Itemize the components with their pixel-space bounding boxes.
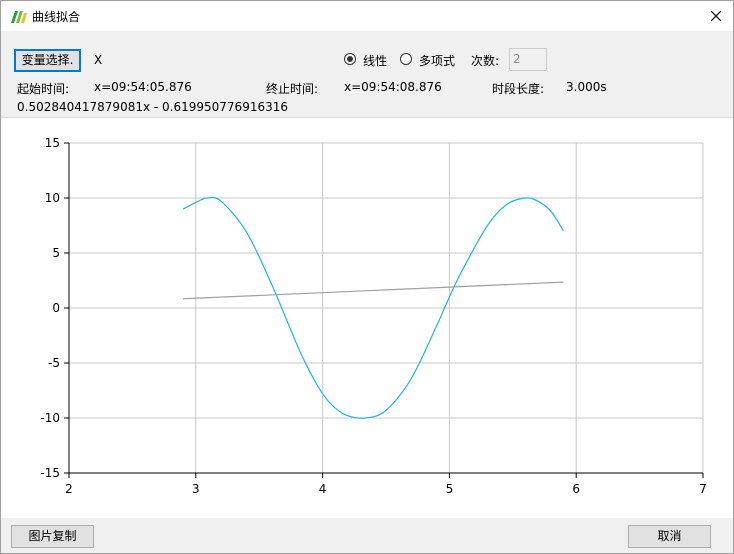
- y-tick-label: 15: [45, 136, 60, 150]
- x-tick-label: 7: [699, 482, 707, 496]
- options-panel: 变量选择. X 线性 多项式 次数: 2 起始时间: x=09:54:05.87…: [1, 31, 733, 118]
- duration-label: 时段长度:: [492, 82, 545, 96]
- window-title: 曲线拟合: [32, 10, 81, 24]
- copy-image-button[interactable]: 图片复制: [11, 525, 94, 548]
- fit-line: [183, 281, 564, 300]
- variable-select-button[interactable]: 变量选择.: [14, 49, 81, 72]
- variable-value: X: [94, 53, 103, 67]
- cancel-button[interactable]: 取消: [628, 525, 711, 548]
- end-time-value: x=09:54:08.876: [344, 80, 442, 94]
- y-tick-label: 5: [52, 246, 60, 260]
- close-icon: [710, 10, 722, 22]
- y-tick-label: -15: [40, 466, 60, 480]
- radio-linear[interactable]: [344, 53, 356, 65]
- x-tick-label: 2: [65, 482, 73, 496]
- footer-bar: 图片复制 取消: [1, 518, 733, 553]
- app-logo-icon: [11, 11, 27, 23]
- chart-area: 2 3 4 5 6 7 15 10 5 0 -5 -10 -15: [40, 136, 707, 496]
- close-button[interactable]: [699, 1, 733, 31]
- y-tick-label: -5: [48, 356, 60, 370]
- start-time-value: x=09:54:05.876: [94, 80, 192, 94]
- y-tick-label: 0: [52, 301, 60, 315]
- title-bar: 曲线拟合: [1, 1, 733, 31]
- x-tick-label: 3: [192, 482, 200, 496]
- radio-linear-dot: [347, 56, 353, 62]
- degree-label: 次数:: [471, 54, 500, 68]
- x-tick-label: 4: [319, 482, 327, 496]
- end-time-label: 终止时间:: [266, 82, 319, 96]
- duration-value: 3.000s: [566, 80, 607, 94]
- x-tick-label: 6: [572, 482, 580, 496]
- y-tick-label: 10: [45, 191, 60, 205]
- radio-polynomial[interactable]: [400, 53, 412, 65]
- x-tick-label: 5: [446, 482, 454, 496]
- radio-linear-label[interactable]: 线性: [363, 52, 387, 69]
- curve-fit-window: 曲线拟合 变量选择. X 线性 多项式 次数: 2 起始时间: x=09:54:…: [0, 0, 734, 554]
- fit-equation: 0.502840417879081x - 0.619950776916316: [17, 100, 289, 114]
- degree-input[interactable]: 2: [509, 48, 547, 71]
- start-time-label: 起始时间:: [17, 82, 70, 96]
- radio-polynomial-label[interactable]: 多项式: [419, 52, 455, 69]
- y-tick-label: -10: [40, 411, 60, 425]
